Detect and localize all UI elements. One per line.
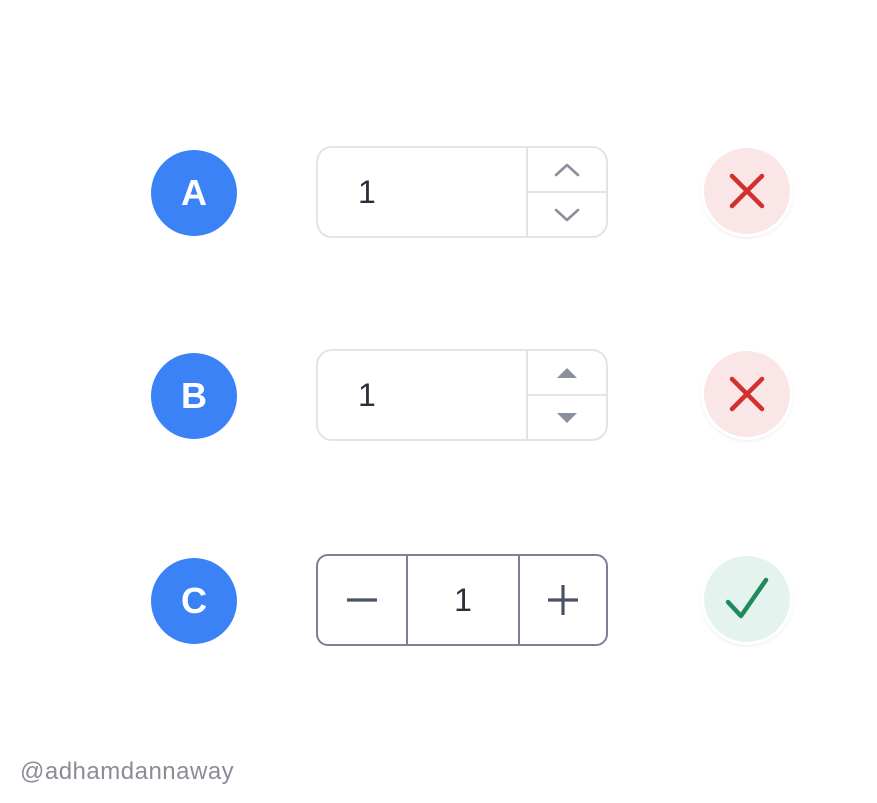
- triangle-up-icon: [557, 367, 577, 378]
- number-spinner-b[interactable]: 1: [316, 349, 608, 441]
- decrement-button-b[interactable]: [528, 396, 606, 439]
- cross-icon: [729, 173, 765, 209]
- chevron-up-icon: [554, 163, 580, 176]
- checkmark-icon: [725, 577, 769, 619]
- stepper-value-c[interactable]: 1: [408, 556, 518, 644]
- verdict-incorrect-b: [704, 351, 790, 437]
- option-badge-b: B: [151, 353, 237, 439]
- spin-buttons-a: [526, 148, 606, 236]
- option-row-b: B 1: [0, 349, 877, 445]
- triangle-down-icon: [557, 412, 577, 423]
- option-badge-a: A: [151, 150, 237, 236]
- option-row-c: C 1: [0, 554, 877, 650]
- increment-button-c[interactable]: [518, 556, 606, 644]
- cross-icon: [729, 376, 765, 412]
- increment-button-a[interactable]: [528, 148, 606, 193]
- decrement-button-c[interactable]: [318, 556, 408, 644]
- number-stepper-c[interactable]: 1: [316, 554, 608, 646]
- spinner-value-b[interactable]: 1: [358, 351, 376, 439]
- spinner-value-a[interactable]: 1: [358, 148, 376, 236]
- decrement-button-a[interactable]: [528, 193, 606, 236]
- increment-button-b[interactable]: [528, 351, 606, 396]
- verdict-correct-c: [704, 556, 790, 642]
- spin-buttons-b: [526, 351, 606, 439]
- author-credit: @adhamdannaway: [20, 758, 235, 785]
- number-spinner-a[interactable]: 1: [316, 146, 608, 238]
- plus-icon: [548, 585, 578, 615]
- option-badge-c: C: [151, 558, 237, 644]
- verdict-incorrect-a: [704, 148, 790, 234]
- option-row-a: A 1: [0, 146, 877, 242]
- chevron-down-icon: [554, 208, 580, 221]
- minus-icon: [347, 598, 377, 602]
